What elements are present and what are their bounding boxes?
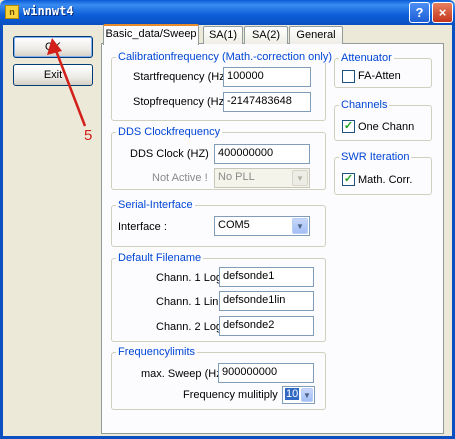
annotation-arrow-shaft	[53, 47, 87, 127]
tab-basic-data-sweep[interactable]: Basic_data/Sweep	[103, 24, 199, 45]
annotation-arrow	[47, 38, 87, 127]
annotation-arrow-head	[47, 38, 62, 55]
annotation-number: 5	[84, 127, 93, 144]
